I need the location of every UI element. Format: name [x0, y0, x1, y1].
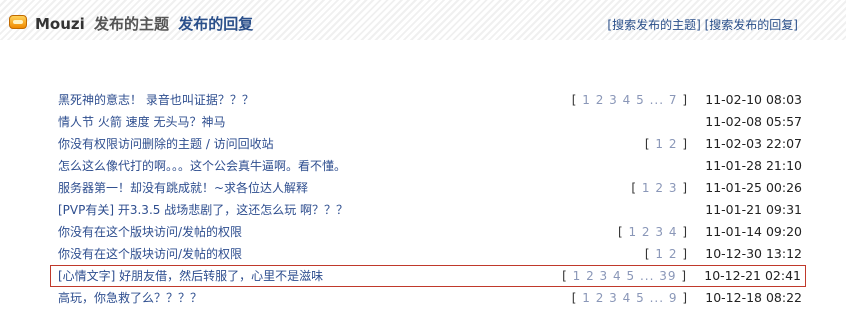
thread-row: 你没有在这个版块访问/发帖的权限 [ 1 2 ] 10-12-30 13:12: [52, 243, 804, 265]
bracket-close: ]: [677, 137, 688, 151]
page-links: [ 1 2 ]: [645, 243, 688, 265]
thread-title-link[interactable]: 高玩，你急救了么？？？？: [58, 287, 202, 309]
page-link[interactable]: 2: [669, 137, 678, 151]
page-links: [ 1 2 3 4 ]: [618, 221, 688, 243]
page-link[interactable]: 2: [669, 247, 678, 261]
thread-title-link[interactable]: 你没有在这个版块访问/发帖的权限: [58, 243, 242, 265]
page-link[interactable]: 5: [636, 291, 645, 305]
page-link[interactable]: 2: [642, 225, 651, 239]
page-link: ...: [649, 93, 665, 107]
post-date: 11-01-28 21:10: [705, 158, 802, 173]
post-date: 11-02-08 05:57: [705, 114, 802, 129]
page-link[interactable]: 9: [669, 291, 678, 305]
page-link[interactable]: 1: [655, 137, 664, 151]
page-link[interactable]: 3: [600, 269, 609, 283]
page-links: [ 1 2 3 4 5 ... 9 ]: [572, 287, 688, 309]
bracket-open: [: [644, 247, 656, 261]
thread-row: 怎么这么像代打的啊。。。这个公会真牛逼啊。看不懂。 11-01-28 21:10: [52, 155, 804, 177]
thread-row: 高玩，你急救了么？？？？ [ 1 2 3 4 5 ... 9 ] 10-12-18 …: [52, 287, 804, 309]
bracket-open: [: [617, 225, 629, 239]
page-link[interactable]: 1: [582, 93, 591, 107]
page-link[interactable]: 1: [642, 181, 651, 195]
thread-title-link[interactable]: 怎么这么像代打的啊。。。这个公会真牛逼啊。看不懂。: [58, 155, 346, 177]
thread-title-link[interactable]: 服务器第一！却没有跳成就！~求各位达人解释: [58, 177, 308, 199]
thread-row: 服务器第一！却没有跳成就！~求各位达人解释 [ 1 2 3 ] 11-01-25 0…: [52, 177, 804, 199]
page-link[interactable]: 5: [626, 269, 635, 283]
tab-posted-replies[interactable]: 发布的回复: [178, 15, 253, 33]
page-links: [ 1 2 3 4 5 ... 7 ]: [572, 89, 688, 111]
page-link[interactable]: 4: [623, 93, 632, 107]
page-link[interactable]: 2: [586, 269, 595, 283]
thread-title-link[interactable]: 情人节 火箭 速度 无头马？神马: [58, 111, 225, 133]
search-links: [搜索发布的主题] [搜索发布的回复]: [607, 16, 798, 34]
page-link[interactable]: 2: [655, 181, 664, 195]
bracket-close: ]: [677, 181, 688, 195]
page-links: [ 1 2 3 4 5 ... 39 ]: [562, 265, 687, 287]
search-replies-link[interactable]: [搜索发布的回复]: [705, 18, 798, 32]
section-header: Mouzi 发布的主题 发布的回复 [搜索发布的主题] [搜索发布的回复]: [0, 0, 846, 40]
page-link[interactable]: 4: [669, 225, 678, 239]
thread-title-link[interactable]: [PVP有关] 开3.3.5 战场悲剧了，这还怎么玩 啊？？？: [58, 199, 348, 221]
thread-row: 你没有在这个版块访问/发帖的权限 [ 1 2 3 4 ] 11-01-14 09:2…: [52, 221, 804, 243]
thread-list: 黑死神的意志！ 录音也叫证据？？？ [ 1 2 3 4 5 ... 7 ] 11-0…: [50, 89, 806, 309]
page-link[interactable]: 1: [573, 269, 582, 283]
search-threads-link[interactable]: [搜索发布的主题]: [607, 18, 700, 32]
post-date: 10-12-30 13:12: [705, 246, 802, 261]
thread-row: 情人节 火箭 速度 无头马？神马 11-02-08 05:57: [52, 111, 804, 133]
bracket-open: [: [571, 93, 583, 107]
folder-icon: [9, 15, 27, 29]
thread-title-link[interactable]: 你没有在这个版块访问/发帖的权限: [58, 221, 242, 243]
page-link[interactable]: 4: [613, 269, 622, 283]
page-links: [ 1 2 3 ]: [631, 177, 688, 199]
page-link[interactable]: 3: [669, 181, 678, 195]
page-link[interactable]: 2: [596, 93, 605, 107]
page-link[interactable]: 1: [582, 291, 591, 305]
thread-row: [PVP有关] 开3.3.5 战场悲剧了，这还怎么玩 啊？？？ 11-01-21 …: [52, 199, 804, 221]
post-date: 11-02-03 22:07: [705, 136, 802, 151]
thread-row: 你没有权限访问删除的主题 / 访问回收站 [ 1 2 ] 11-02-03 22:0…: [52, 133, 804, 155]
post-date: 10-12-21 02:41: [704, 268, 801, 283]
post-date: 11-02-10 08:03: [705, 92, 802, 107]
page-link[interactable]: 2: [596, 291, 605, 305]
page-link: ...: [649, 291, 665, 305]
bracket-close: ]: [677, 225, 688, 239]
page-link[interactable]: 5: [636, 93, 645, 107]
page-link: ...: [639, 269, 655, 283]
page-link[interactable]: 1: [655, 247, 664, 261]
page-link[interactable]: 7: [669, 93, 678, 107]
bracket-close: ]: [677, 247, 688, 261]
page-links: [ 1 2 ]: [645, 133, 688, 155]
page-link[interactable]: 39: [659, 269, 676, 283]
post-date: 11-01-21 09:31: [705, 202, 802, 217]
bracket-open: [: [631, 181, 642, 195]
thread-title-link[interactable]: 你没有权限访问删除的主题 / 访问回收站: [58, 133, 274, 155]
bracket-close: ]: [677, 93, 688, 107]
page-link[interactable]: 3: [609, 93, 618, 107]
page-link[interactable]: 4: [623, 291, 632, 305]
post-date: 11-01-25 00:26: [705, 180, 802, 195]
post-date: 11-01-14 09:20: [705, 224, 802, 239]
page-link[interactable]: 3: [609, 291, 618, 305]
thread-title-link[interactable]: [心情文字] 好朋友借，然后转服了，心里不是滋味: [58, 265, 323, 287]
username: Mouzi: [35, 15, 85, 33]
page-link[interactable]: 1: [628, 225, 637, 239]
thread-row: 黑死神的意志！ 录音也叫证据？？？ [ 1 2 3 4 5 ... 7 ] 11-0…: [52, 89, 804, 111]
post-date: 10-12-18 08:22: [705, 290, 802, 305]
page-link[interactable]: 3: [655, 225, 664, 239]
bracket-close: ]: [677, 291, 688, 305]
bracket-open: [: [644, 137, 656, 151]
bracket-close: ]: [676, 269, 687, 283]
bracket-open: [: [571, 291, 583, 305]
thread-title-link[interactable]: 黑死神的意志！ 录音也叫证据？？？: [58, 89, 254, 111]
page-title: Mouzi 发布的主题 发布的回复: [35, 14, 253, 34]
tab-posted-threads[interactable]: 发布的主题: [94, 15, 169, 33]
thread-row: [心情文字] 好朋友借，然后转服了，心里不是滋味 [ 1 2 3 4 5 ... …: [50, 265, 806, 287]
bracket-open: [: [562, 269, 573, 283]
